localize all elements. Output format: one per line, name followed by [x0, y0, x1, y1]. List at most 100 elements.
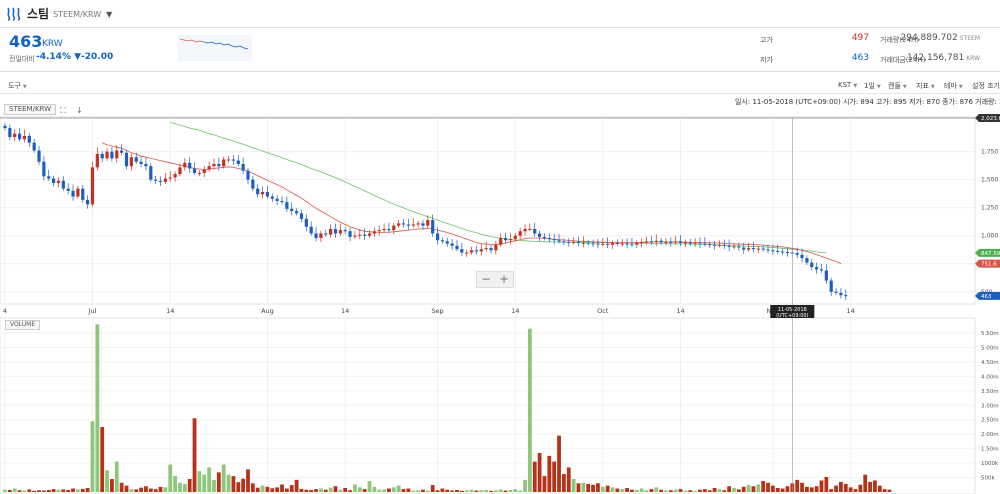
candle-body [810, 262, 814, 268]
volume-bar [168, 464, 173, 492]
volume-bar [119, 482, 124, 492]
candle-body [32, 142, 36, 151]
candle-body [260, 192, 265, 195]
chevron-down-icon: ▼ [902, 84, 907, 90]
volume-bar [732, 487, 736, 492]
price-tick-label: 1,500 [981, 177, 998, 184]
volume-bar [775, 487, 780, 492]
x-tick-label: 14 [341, 307, 349, 315]
volume-bar [80, 488, 85, 492]
candle-body [683, 242, 687, 244]
volume-bar [216, 472, 221, 492]
candle-body [358, 234, 362, 236]
volume-bar [542, 476, 547, 492]
volume-bar [416, 490, 420, 492]
price-chart[interactable]: 1,7501,5001,2501,0007505004Jul14Aug14Sep… [0, 94, 1000, 494]
candle-body [299, 213, 304, 219]
candle-body [372, 231, 376, 234]
candle-body [469, 250, 474, 253]
volume-tick-label: 5.00m [981, 345, 999, 351]
volume-bar [596, 483, 600, 492]
volume-value: 294,889.702 [900, 33, 958, 43]
candle-body [217, 163, 221, 167]
high-label: 고가 [760, 36, 773, 44]
price-tick-label: 1,000 [981, 233, 998, 240]
volume-bar [664, 490, 668, 492]
candle-body [309, 226, 313, 234]
volume-bar [323, 489, 328, 492]
volume-bar [343, 487, 348, 492]
candle-body [781, 251, 785, 253]
candle-body [751, 248, 756, 250]
zoom-in-button[interactable]: + [495, 272, 513, 287]
coin-dropdown-chevron-icon[interactable]: ▼ [106, 10, 112, 19]
candle-body [465, 252, 469, 254]
amount-value: 142,156,781 [906, 53, 965, 63]
volume-bar [32, 490, 37, 492]
low-label: 저가 [760, 56, 773, 64]
volume-bar [309, 489, 314, 492]
candle-body [115, 150, 119, 159]
timezone-menu[interactable]: KST ▼ [838, 81, 857, 89]
fullscreen-icon[interactable]: ⛶ [60, 106, 66, 116]
volume-bar [328, 487, 333, 492]
candle-body [596, 243, 600, 245]
volume-bar [727, 486, 732, 492]
price-tick-label: 1,750 [981, 149, 998, 156]
volume-bar [678, 489, 683, 492]
settings-reset-button[interactable]: 설정 조기화 [972, 81, 1000, 91]
chart-type-menu[interactable]: 캔들 ▼ [888, 81, 907, 91]
candle-body [333, 229, 338, 234]
volume-bar [586, 483, 591, 492]
timezone-label: KST [838, 81, 852, 89]
x-tick-label: Jul [88, 307, 97, 315]
volume-tick-label: 2.00m [981, 432, 999, 438]
volume-bar [425, 490, 430, 492]
candle-body [610, 243, 615, 245]
candle-body [401, 223, 406, 225]
volume-bar [294, 479, 299, 492]
change-percent: -4.14% [36, 52, 71, 62]
candle-body [22, 135, 27, 140]
candle-body [158, 180, 163, 182]
indicators-menu[interactable]: 지표 ▼ [916, 81, 935, 91]
candle-body [819, 269, 824, 271]
candle-body [226, 159, 231, 161]
candle-body [712, 244, 717, 246]
candle-body [110, 151, 114, 159]
volume-bar [187, 478, 192, 492]
volume-bar [824, 476, 829, 492]
interval-menu[interactable]: 1일 ▼ [864, 81, 881, 91]
candle-body [66, 188, 70, 191]
volume-bar [226, 474, 231, 492]
candle-body [649, 241, 653, 243]
candle-body [737, 246, 741, 248]
candle-body [329, 229, 333, 235]
candle-body [353, 235, 357, 237]
steem-logo-icon [7, 7, 21, 21]
candle-body [129, 157, 133, 167]
volume-bar [571, 478, 576, 492]
volume-bar [688, 490, 693, 492]
volume-bar [56, 489, 61, 492]
tools-menu[interactable]: 도구 ▼ [8, 81, 27, 91]
download-icon[interactable]: ↓ [76, 106, 83, 115]
volume-bar [382, 489, 386, 492]
header-bar: 스팀 STEEM/KRW ▼ [0, 0, 1000, 28]
coin-pair: STEEM/KRW [53, 10, 102, 19]
candle-body [576, 241, 581, 244]
theme-label: 테마 [944, 82, 957, 90]
candle-body [824, 270, 828, 281]
candle-body [3, 125, 7, 129]
candle-body [270, 196, 274, 199]
volume-bar [736, 489, 741, 492]
theme-menu[interactable]: 테마 ▼ [944, 81, 963, 91]
candle-body [100, 153, 104, 159]
zoom-out-button[interactable]: − [477, 272, 495, 287]
volume-bar [644, 490, 649, 492]
candle-body [81, 188, 85, 200]
volume-bar [741, 486, 746, 492]
volume-bar [221, 464, 226, 492]
candle-body [280, 200, 284, 203]
candle-body [815, 267, 819, 270]
